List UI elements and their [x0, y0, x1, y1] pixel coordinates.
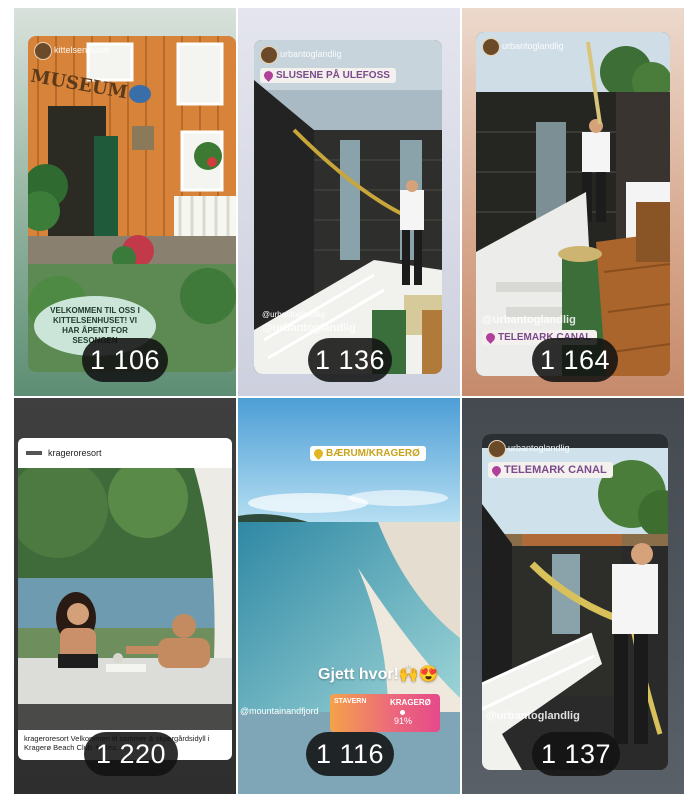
story-caption: Gjett hvor!🙌😍 [318, 666, 439, 683]
slider-right-label: KRAGERØ [390, 698, 431, 707]
location-label: TELEMARK CANAL [504, 464, 607, 476]
story-image-2: urbantoglandlig SLUSENE PÅ ULEFOSS @urba… [254, 40, 442, 374]
resort-photo [18, 468, 232, 730]
story-tile-3[interactable]: urbantoglandlig @urbantoglandlig TELEMAR… [462, 8, 684, 396]
account-avatar [488, 440, 506, 458]
location-pin-icon [312, 447, 325, 460]
story-grid: kittelsenhuset MUSEUM VELKOMMEN TIL OSS … [0, 0, 696, 803]
location-label: SLUSENE PÅ ULEFOSS [276, 70, 390, 81]
mention-tag[interactable]: @urbantoglandlig [262, 322, 356, 334]
post-header: krageroresort [18, 438, 232, 468]
story-image-1: kittelsenhuset MUSEUM VELKOMMEN TIL OSS … [28, 36, 236, 372]
post-account-name: krageroresort [48, 448, 102, 458]
story-image-6: urbantoglandlig TELEMARK CANAL @urbantog… [482, 434, 668, 770]
account-avatar [482, 38, 500, 56]
story-tile-2[interactable]: urbantoglandlig SLUSENE PÅ ULEFOSS @urba… [238, 8, 460, 396]
story-tile-6[interactable]: urbantoglandlig TELEMARK CANAL @urbantog… [462, 398, 684, 794]
location-pin-icon [484, 331, 497, 344]
mention-small: @urbantoglandlig [262, 310, 325, 319]
slider-value: 91% [394, 716, 413, 726]
view-count: 1 137 [532, 732, 620, 776]
story-tile-5[interactable]: BÆRUM/KRAGERØ Gjett hvor!🙌😍 @mountainand… [238, 398, 460, 794]
story-tile-1[interactable]: kittelsenhuset MUSEUM VELKOMMEN TIL OSS … [14, 8, 236, 396]
account-avatar [260, 46, 278, 64]
view-count: 1 164 [532, 338, 618, 382]
slider-dot-icon [400, 710, 405, 715]
slider-left-label: STAVERN [334, 698, 367, 705]
slider-poll-sticker[interactable]: STAVERN KRAGERØ 91% [330, 694, 440, 732]
location-pin-icon [490, 463, 503, 477]
location-pin-icon [262, 69, 275, 82]
view-count: 1 220 [84, 732, 178, 776]
location-sticker[interactable]: BÆRUM/KRAGERØ [310, 446, 426, 461]
account-avatar [34, 42, 52, 60]
location-sticker[interactable]: TELEMARK CANAL [488, 462, 613, 478]
mention-tag[interactable]: @mountainandfjord [240, 706, 319, 716]
account-name: urbantoglandlig [280, 49, 342, 59]
mention-tag[interactable]: @urbantoglandlig [486, 710, 580, 722]
resort-logo-icon [26, 451, 42, 455]
story-image-3: urbantoglandlig @urbantoglandlig TELEMAR… [476, 32, 670, 376]
mention-tag[interactable]: @urbantoglandlig [482, 314, 576, 326]
view-count: 1 136 [308, 338, 392, 382]
view-count: 1 116 [306, 732, 394, 776]
location-sticker[interactable]: SLUSENE PÅ ULEFOSS [260, 68, 396, 83]
story-post-card: krageroresort krageroresort skjærgårdsid… [18, 438, 232, 760]
location-label: BÆRUM/KRAGERØ [326, 448, 420, 459]
account-name: urbantoglandlig [508, 443, 570, 453]
account-name: kittelsenhuset [54, 45, 110, 55]
account-name: urbantoglandlig [502, 41, 564, 51]
story-tile-4[interactable]: krageroresort krageroresort skjærgårdsid… [14, 398, 236, 794]
view-count: 1 106 [82, 338, 168, 382]
